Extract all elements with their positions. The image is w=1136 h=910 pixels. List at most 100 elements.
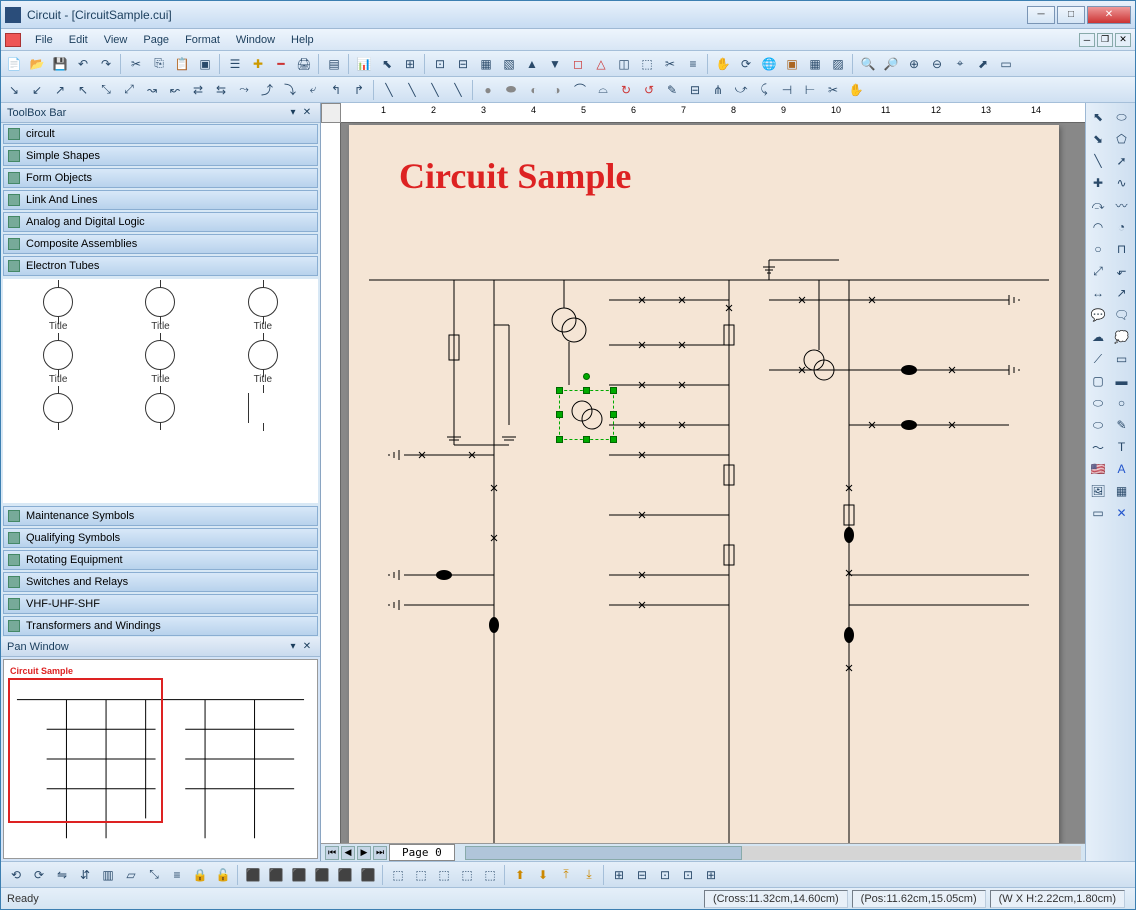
align-right-button[interactable]: ⬛ xyxy=(288,864,310,886)
palette-item[interactable]: Title xyxy=(216,287,310,332)
layers-button[interactable]: ≡ xyxy=(682,53,704,75)
line1-button[interactable]: ╲ xyxy=(378,79,400,101)
tab-first-button[interactable]: ⏮ xyxy=(325,846,339,860)
pan-viewport[interactable] xyxy=(8,678,163,823)
bracket-tool[interactable]: ⊓ xyxy=(1112,239,1132,259)
cross-tool[interactable]: ✚ xyxy=(1088,173,1108,193)
menu-page[interactable]: Page xyxy=(135,32,177,48)
pan-button[interactable]: ✋ xyxy=(712,53,734,75)
shape1-button[interactable]: ◫ xyxy=(613,53,635,75)
circle2-button[interactable]: ⬬ xyxy=(500,79,522,101)
scissors-button[interactable]: ✂ xyxy=(822,79,844,101)
edit3-button[interactable]: ⋔ xyxy=(707,79,729,101)
conn3-button[interactable]: ↗ xyxy=(49,79,71,101)
center-h-button[interactable]: ⊡ xyxy=(654,864,676,886)
palette-item[interactable] xyxy=(11,393,105,423)
center-v-button[interactable]: ⊡ xyxy=(677,864,699,886)
category-form-objects[interactable]: Form Objects xyxy=(3,168,318,188)
category-circult[interactable]: circult xyxy=(3,124,318,144)
dimension-tool[interactable]: ↔ xyxy=(1088,283,1108,303)
edit6-button[interactable]: ⊣ xyxy=(776,79,798,101)
conn4-button[interactable]: ↖ xyxy=(72,79,94,101)
edit1-button[interactable]: ✎ xyxy=(661,79,683,101)
align-button[interactable]: ☰ xyxy=(224,53,246,75)
space-h-button[interactable]: ⊞ xyxy=(608,864,630,886)
edit2-button[interactable]: ⊟ xyxy=(684,79,706,101)
arrow-tool[interactable]: ➚ xyxy=(1112,151,1132,171)
palette-item[interactable] xyxy=(216,393,310,423)
page[interactable]: Circuit Sample xyxy=(349,125,1059,843)
palette-item[interactable]: Title xyxy=(11,340,105,385)
send-backward-button[interactable]: ⬇ xyxy=(532,864,554,886)
conn9-button[interactable]: ⇄ xyxy=(187,79,209,101)
preview-button[interactable]: ▭ xyxy=(995,53,1017,75)
page-tab[interactable]: Page 0 xyxy=(389,844,455,861)
save-button[interactable]: 💾 xyxy=(49,53,71,75)
rect-tool[interactable]: ▭ xyxy=(1112,349,1132,369)
table-tool[interactable]: ▦ xyxy=(1112,481,1132,501)
conn11-button[interactable]: ⤳ xyxy=(233,79,255,101)
palette-item[interactable]: Title xyxy=(113,287,207,332)
align-middle-button[interactable]: ⬛ xyxy=(334,864,356,886)
oval-tool[interactable]: ⬭ xyxy=(1088,393,1108,413)
category-maintenance[interactable]: Maintenance Symbols xyxy=(3,506,318,526)
bezier-tool[interactable]: ⤼ xyxy=(1088,195,1108,215)
same-width-button[interactable]: ⬚ xyxy=(433,864,455,886)
zoom-sel-button[interactable]: ⌖ xyxy=(949,53,971,75)
curve-tool[interactable]: ∿ xyxy=(1112,173,1132,193)
rotate-button[interactable]: ⟳ xyxy=(735,53,757,75)
dist-v-button[interactable]: ⬚ xyxy=(410,864,432,886)
dist-h-button[interactable]: ⬚ xyxy=(387,864,409,886)
edit5-button[interactable]: ⤹ xyxy=(753,79,775,101)
wave-tool[interactable]: 〜 xyxy=(1088,437,1108,457)
tab-prev-button[interactable]: ◀ xyxy=(341,846,355,860)
palette-item[interactable]: Title xyxy=(113,340,207,385)
arc-tool[interactable]: ◠ xyxy=(1088,217,1108,237)
ellipse-tool[interactable]: ○ xyxy=(1088,239,1108,259)
zoom-fit-button[interactable]: ⊕ xyxy=(903,53,925,75)
align-bottom-button[interactable]: ⬛ xyxy=(357,864,379,886)
selection-box[interactable] xyxy=(559,390,614,440)
toolbox-pin-button[interactable]: ▾ xyxy=(286,106,300,120)
pan-window[interactable]: Circuit Sample xyxy=(3,659,318,859)
poly-tool[interactable]: ⬠ xyxy=(1112,129,1132,149)
conn2-button[interactable]: ↙ xyxy=(26,79,48,101)
redo-button[interactable]: ↷ xyxy=(95,53,117,75)
mirror-button[interactable]: ▥ xyxy=(97,864,119,886)
region-button[interactable]: ▣ xyxy=(781,53,803,75)
edit4-button[interactable]: ⤻ xyxy=(730,79,752,101)
print-button[interactable]: 🖨 xyxy=(293,53,315,75)
arc2-button[interactable]: ⌓ xyxy=(592,79,614,101)
pie-tool[interactable]: ◔ xyxy=(1112,217,1132,237)
skew-button[interactable]: ▱ xyxy=(120,864,142,886)
add-button[interactable]: ✚ xyxy=(247,53,269,75)
menu-file[interactable]: File xyxy=(27,32,61,48)
same-size-button[interactable]: ⬚ xyxy=(479,864,501,886)
conn14-button[interactable]: ⤶ xyxy=(302,79,324,101)
arc1-button[interactable]: ⌒ xyxy=(569,79,591,101)
ungroup-button[interactable]: ▧ xyxy=(498,53,520,75)
conn5-button[interactable]: ⤡ xyxy=(95,79,117,101)
conn10-button[interactable]: ⇆ xyxy=(210,79,232,101)
zoom-in-button[interactable]: 🔍 xyxy=(857,53,879,75)
flip-v-button[interactable]: ⇵ xyxy=(74,864,96,886)
unlock-button[interactable]: 🔓 xyxy=(212,864,234,886)
circle4-button[interactable]: ◑ xyxy=(546,79,568,101)
leader-tool[interactable]: ↗ xyxy=(1112,283,1132,303)
balloon-tool[interactable]: 🗨 xyxy=(1112,305,1132,325)
roundrect-tool[interactable]: ▢ xyxy=(1088,371,1108,391)
pan-pin-button[interactable]: ▾ xyxy=(286,640,300,654)
close-button[interactable]: ✕ xyxy=(1087,6,1131,24)
back-button[interactable]: ⤓ xyxy=(578,864,600,886)
guides-button[interactable]: ⊟ xyxy=(452,53,474,75)
edit7-button[interactable]: ⊢ xyxy=(799,79,821,101)
fill-button[interactable]: ▦ xyxy=(804,53,826,75)
conn13-button[interactable]: ⤵ xyxy=(279,79,301,101)
text-tool[interactable]: T xyxy=(1112,437,1132,457)
rect-select-button[interactable]: ◻ xyxy=(567,53,589,75)
arc3-button[interactable]: ↻ xyxy=(615,79,637,101)
open-button[interactable]: 📂 xyxy=(26,53,48,75)
line4-button[interactable]: ╲ xyxy=(447,79,469,101)
category-link-and-lines[interactable]: Link And Lines xyxy=(3,190,318,210)
node-tool[interactable]: ⬊ xyxy=(1088,129,1108,149)
